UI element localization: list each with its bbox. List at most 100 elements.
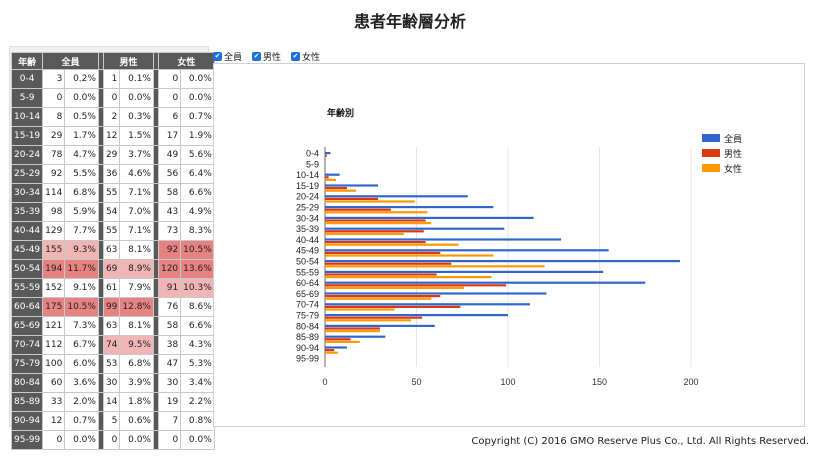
- age-bar-chart: 0 50 100 150 200 年齢別 0-45-910-1415-1920-2425-2…: [296, 107, 742, 387]
- all-pct-cell: 7.7%: [64, 221, 99, 241]
- table-row: 45-49 155 9.3% 63 8.1% 92 10.5%: [10, 240, 215, 260]
- toggle-female[interactable]: ✔ 女性: [291, 50, 320, 63]
- bar-2: [325, 265, 545, 268]
- table-row: 30-34 114 6.8% 55 7.1% 58 6.6%: [10, 183, 215, 203]
- page-title: 患者年齢層分析: [353, 12, 466, 31]
- all-count-cell: 155: [42, 240, 66, 260]
- all-count-cell: 98: [42, 202, 66, 222]
- male-count-cell: 61: [102, 278, 121, 298]
- bar-2: [325, 297, 432, 300]
- bar-1: [325, 251, 441, 254]
- bar-0: [325, 227, 505, 230]
- all-count-cell: 114: [42, 183, 66, 203]
- all-count-cell: 175: [42, 297, 66, 317]
- bar-0: [325, 303, 530, 306]
- all-pct-cell: 6.8%: [64, 183, 99, 203]
- male-count-cell: 55: [102, 221, 121, 241]
- bar-1: [325, 262, 452, 265]
- all-count-cell: 60: [42, 373, 66, 393]
- male-pct-cell: 0.6%: [119, 411, 154, 431]
- male-pct-cell: 0.0%: [119, 430, 154, 450]
- all-count-cell: 100: [42, 354, 66, 374]
- bar-1: [325, 295, 441, 298]
- all-count-cell: 78: [42, 145, 66, 165]
- bar-1: [325, 338, 351, 341]
- toggle-male[interactable]: ✔ 男性: [252, 50, 281, 63]
- bar-0: [325, 184, 379, 187]
- y-tick-label: 80-84: [296, 321, 319, 331]
- bar-0: [325, 249, 609, 252]
- header-male: 男性: [102, 52, 154, 70]
- bar-0: [325, 324, 435, 327]
- age-table: 年齢 全員 男性 女性 0-4 3 0.2% 1 0.1% 0 0.0% 5-9 0 0.0% 0 0…: [10, 52, 215, 450]
- female-count-cell: 76: [157, 297, 182, 317]
- x-tick-label: 50: [411, 377, 421, 387]
- male-pct-cell: 3.9%: [119, 373, 154, 393]
- female-pct-cell: 5.6%: [180, 145, 215, 165]
- bar-1: [325, 284, 507, 287]
- header-all: 全員: [42, 52, 99, 70]
- female-pct-cell: 8.6%: [180, 297, 215, 317]
- toggle-all[interactable]: ✔ 全員: [213, 50, 242, 63]
- bar-0: [325, 195, 468, 198]
- all-pct-cell: 4.7%: [64, 145, 99, 165]
- bar-2: [325, 222, 432, 225]
- checkbox-icon[interactable]: ✔: [252, 51, 262, 61]
- female-count-cell: 30: [157, 373, 182, 393]
- female-count-cell: 91: [157, 278, 182, 298]
- table-row: 85-89 33 2.0% 14 1.8% 19 2.2%: [10, 392, 215, 412]
- age-cell: 85-89: [10, 392, 44, 412]
- bar-0: [325, 173, 340, 176]
- age-cell: 10-14: [10, 107, 44, 127]
- male-count-cell: 30: [102, 373, 121, 393]
- male-count-cell: 99: [102, 297, 121, 317]
- bar-0: [325, 335, 386, 338]
- all-pct-cell: 1.7%: [64, 126, 99, 146]
- female-count-cell: 92: [157, 240, 182, 260]
- age-cell: 15-19: [10, 126, 44, 146]
- bar-1: [325, 154, 327, 157]
- all-count-cell: 129: [42, 221, 66, 241]
- all-pct-cell: 6.0%: [64, 354, 99, 374]
- female-count-cell: 0: [157, 430, 182, 450]
- y-tick-label: 70-74: [296, 300, 319, 310]
- age-cell: 55-59: [10, 278, 44, 298]
- age-cell: 25-29: [10, 164, 44, 184]
- female-count-cell: 7: [157, 411, 182, 431]
- age-cell: 50-54: [10, 259, 44, 279]
- female-count-cell: 38: [157, 335, 182, 355]
- table-row: 50-54 194 11.7% 69 8.9% 120 13.6%: [10, 259, 215, 279]
- female-pct-cell: 4.3%: [180, 335, 215, 355]
- y-tick-label: 65-69: [296, 289, 319, 299]
- y-tick-label: 45-49: [296, 246, 319, 256]
- y-tick-label: 35-39: [296, 224, 319, 234]
- all-count-cell: 12: [42, 411, 66, 431]
- male-pct-cell: 0.0%: [119, 88, 154, 108]
- all-pct-cell: 2.0%: [64, 392, 99, 412]
- bar-1: [325, 219, 426, 222]
- female-count-cell: 49: [157, 145, 182, 165]
- female-count-cell: 58: [157, 316, 182, 336]
- y-tick-label: 60-64: [296, 278, 319, 288]
- female-pct-cell: 13.6%: [180, 259, 215, 279]
- y-tick-label: 5-9: [306, 159, 319, 169]
- checkbox-icon[interactable]: ✔: [291, 51, 301, 61]
- checkbox-icon[interactable]: ✔: [213, 51, 222, 61]
- bar-2: [325, 276, 492, 279]
- male-pct-cell: 1.5%: [119, 126, 154, 146]
- table-row: 60-64 175 10.5% 99 12.8% 76 8.6%: [10, 297, 215, 317]
- female-pct-cell: 0.7%: [180, 107, 215, 127]
- all-pct-cell: 6.7%: [64, 335, 99, 355]
- bar-2: [325, 286, 465, 289]
- chart-title: 年齢別: [327, 107, 354, 118]
- bar-2: [325, 243, 459, 246]
- table-row: 0-4 3 0.2% 1 0.1% 0 0.0%: [10, 69, 215, 89]
- bar-1: [325, 230, 424, 233]
- male-pct-cell: 7.0%: [119, 202, 154, 222]
- female-pct-cell: 0.0%: [180, 88, 215, 108]
- male-pct-cell: 8.9%: [119, 259, 154, 279]
- age-cell: 5-9: [10, 88, 44, 108]
- male-count-cell: 2: [102, 107, 121, 127]
- table-row: 95-99 0 0.0% 0 0.0% 0 0.0%: [10, 430, 215, 450]
- male-pct-cell: 7.9%: [119, 278, 154, 298]
